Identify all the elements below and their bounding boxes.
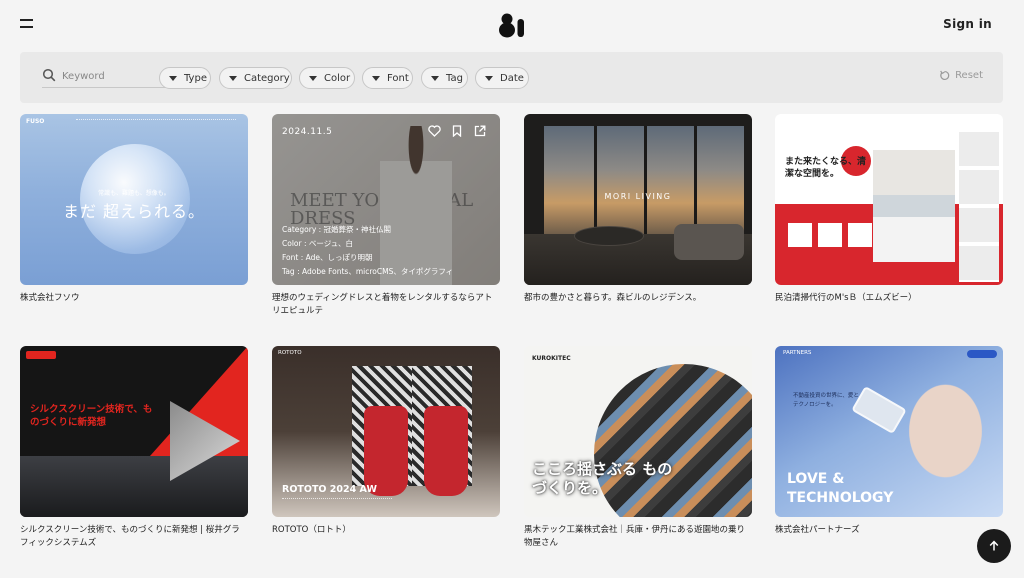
thumb-brand: ROTOTO (278, 350, 302, 356)
sofa-graphic (674, 224, 744, 260)
window-frame (694, 126, 697, 236)
arrow-up-icon (989, 540, 999, 551)
thumb-subtext: 常識も、難題も、想像も。 (98, 190, 170, 197)
category-filter[interactable]: Category (219, 67, 292, 89)
site-thumbnail[interactable]: ROTOTO ROTOTO 2024 AW (272, 346, 500, 517)
meta-font[interactable]: Font : Ade、しっぽり明朝 (282, 252, 373, 263)
filter-bar: Type Category Color Font Tag Date Reset (20, 52, 1003, 103)
dropdown-arrow-icon (229, 75, 237, 81)
type-filter[interactable]: Type (159, 67, 211, 89)
dropdown-arrow-icon (431, 75, 439, 81)
reset-button[interactable]: Reset (939, 70, 983, 81)
search-box (42, 66, 169, 88)
tag-filter[interactable]: Tag (421, 67, 468, 89)
meta-category[interactable]: Category : 冠婚葬祭・神社仏閣 (282, 224, 391, 235)
site-title[interactable]: 都市の豊かさと暮らす。森ビルのレジデンス。 (524, 292, 752, 305)
thumb-headline: LOVE & TECHNOLOGY (787, 470, 893, 508)
site-thumbnail[interactable]: FUSO 常識も、難題も、想像も。 まだ 超えられる。 (20, 114, 248, 285)
room-gallery (959, 132, 999, 282)
date-filter[interactable]: Date (475, 67, 529, 89)
search-icon (42, 68, 56, 82)
chip-label: Color (324, 72, 351, 84)
dropdown-arrow-icon (169, 75, 177, 81)
chip-label: Date (500, 72, 524, 84)
reset-icon (940, 70, 950, 81)
thumb-headline: シルクスクリーン技術で、ものづくりに新発想 (30, 404, 153, 428)
stat-box (787, 222, 813, 248)
site-logo[interactable] (498, 12, 526, 38)
thumb-brand: KUROKITEC (532, 355, 571, 362)
site-title[interactable]: シルクスクリーン技術で、ものづくりに新発想 | 桜井グラフィックシステムズ (20, 524, 248, 550)
site-header: Sign in (0, 0, 1024, 50)
stat-box (847, 222, 873, 248)
dropdown-arrow-icon (372, 75, 380, 81)
thumb-subtext (282, 498, 392, 504)
hand-graphic (885, 368, 995, 508)
bookmark-icon[interactable] (452, 125, 462, 137)
window-frame (644, 126, 647, 236)
thumb-brand: PARTNERS (783, 350, 812, 356)
dropdown-arrow-icon (309, 75, 317, 81)
meta-tag[interactable]: Tag : Adobe Fonts、microCMS、タイポグラフィ (282, 266, 453, 277)
thumb-headline: こころ揺さぶる ものづくりを。 (532, 460, 673, 497)
color-filter[interactable]: Color (299, 67, 355, 89)
reset-label: Reset (955, 70, 983, 81)
window-frame (594, 126, 597, 236)
sock-graphic (364, 406, 408, 496)
thumb-title: ROTOTO 2024 AW (282, 484, 377, 495)
headline-line: TECHNOLOGY (787, 490, 894, 506)
thumb-subtext: 不動産投資の世界に、愛とテクノロジーを。 (793, 393, 859, 408)
site-title[interactable]: 株式会社フソウ (20, 292, 248, 305)
site-thumbnail[interactable]: KUROKITEC こころ揺さぶる ものづくりを。 (524, 346, 752, 517)
dropdown-arrow-icon (485, 75, 493, 81)
site-title[interactable]: 理想のウェディングドレスと着物をレンタルするならアトリエピュルテ (272, 292, 500, 318)
thumb-title: MORI LIVING (604, 192, 672, 201)
site-title[interactable]: 黒木テック工業株式会社｜兵庫・伊丹にある遊園地の乗り物屋さん (524, 524, 752, 550)
heart-icon[interactable] (428, 125, 441, 137)
room-photo (873, 150, 955, 262)
thumb-button (967, 350, 997, 358)
chip-label: Category (244, 72, 290, 84)
external-link-icon[interactable] (474, 125, 486, 137)
site-thumbnail[interactable]: MEET YOUR IDEAL DRESS 2024.11.5 Category… (272, 114, 500, 285)
sock-graphic (424, 406, 468, 496)
keyword-input[interactable] (62, 67, 166, 85)
site-thumbnail[interactable]: また来たくなる、清潔な空間を。 (775, 114, 1003, 285)
stat-box (817, 222, 843, 248)
table-graphic (574, 226, 644, 246)
post-date: 2024.11.5 (282, 127, 333, 137)
site-title[interactable]: 民泊清掃代行のM'sＢ（エムズビー） (775, 292, 1003, 305)
meta-color[interactable]: Color : ベージュ、白 (282, 238, 353, 249)
thumb-headline: また来たくなる、清潔な空間を。 (785, 157, 867, 179)
site-title[interactable]: 株式会社パートナーズ (775, 524, 1003, 537)
sign-in-link[interactable]: Sign in (943, 17, 992, 31)
chip-label: Font (387, 72, 409, 84)
chip-label: Tag (446, 72, 463, 84)
chip-label: Type (184, 72, 207, 84)
roller-graphic (20, 456, 248, 517)
headline-line: LOVE & (787, 471, 845, 487)
font-filter[interactable]: Font (362, 67, 413, 89)
menu-icon[interactable] (20, 19, 33, 29)
site-thumbnail[interactable]: PARTNERS 不動産投資の世界に、愛とテクノロジーを。 LOVE & TEC… (775, 346, 1003, 517)
thumb-nav (76, 119, 236, 121)
site-thumbnail[interactable]: シルクスクリーン技術で、ものづくりに新発想 (20, 346, 248, 517)
thumb-logo (26, 351, 56, 359)
thumb-headline: まだ 超えられる。 (62, 202, 206, 221)
thumb-brand: FUSO (26, 118, 45, 125)
site-title[interactable]: ROTOTO（ロトト） (272, 524, 500, 537)
back-to-top-button[interactable] (977, 529, 1011, 563)
site-thumbnail[interactable]: MORI LIVING (524, 114, 752, 285)
